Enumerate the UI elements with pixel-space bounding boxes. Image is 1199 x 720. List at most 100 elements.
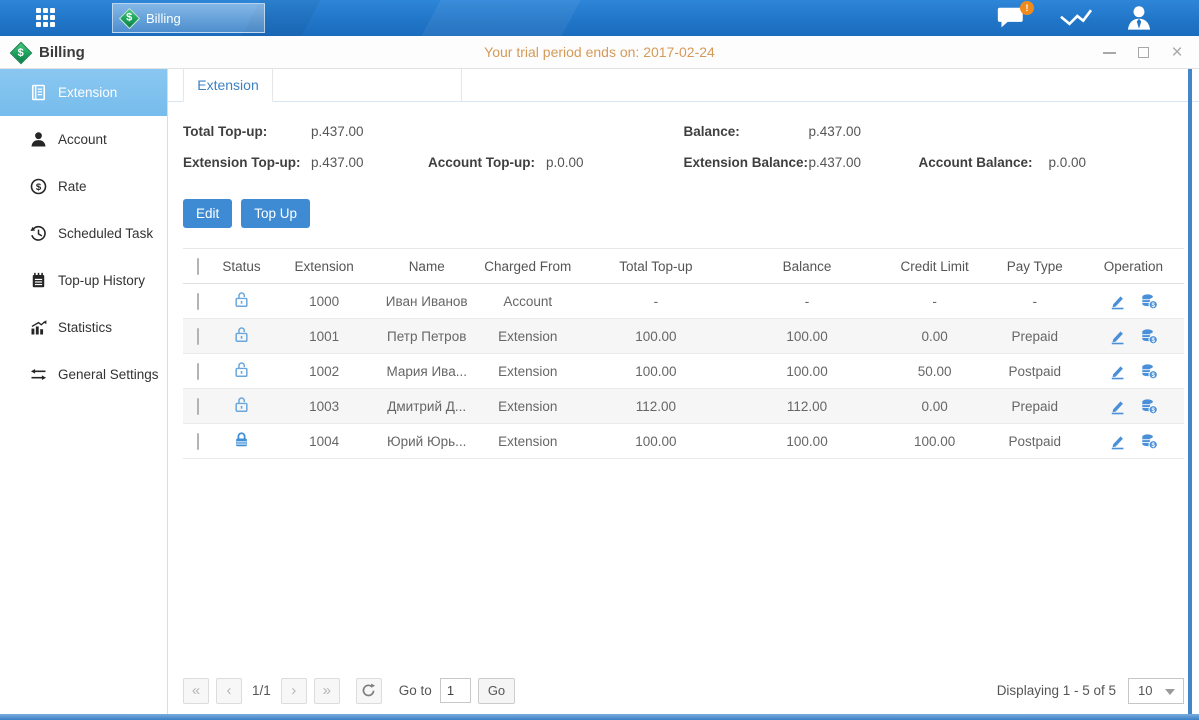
person-icon xyxy=(30,131,47,148)
cell-balance: 112.00 xyxy=(731,389,882,424)
cell-pay-type: Prepaid xyxy=(987,389,1083,424)
tab-empty-slot xyxy=(273,69,462,101)
ledger-icon xyxy=(30,84,47,101)
row-checkbox[interactable] xyxy=(197,328,199,345)
svg-text:$: $ xyxy=(1151,441,1155,448)
app-grid-icon[interactable] xyxy=(36,8,56,28)
go-button[interactable]: Go xyxy=(478,678,515,704)
sidebar-item-extension[interactable]: Extension xyxy=(0,69,167,116)
main-content: Extension Total Top-up: p.437.00 Extensi… xyxy=(168,69,1199,714)
top-up-coins-icon[interactable]: $ xyxy=(1141,328,1158,345)
balance-label: Balance: xyxy=(684,124,809,139)
extension-table-body: 1000 Иван Иванов Account - - - - xyxy=(183,284,1184,459)
sidebar-item-label: Account xyxy=(58,132,107,147)
prev-page-button[interactable]: ‹ xyxy=(216,678,242,704)
tabstrip: Extension xyxy=(168,69,1199,102)
svg-text:$: $ xyxy=(1151,406,1155,413)
top-up-coins-icon[interactable]: $ xyxy=(1141,363,1158,380)
first-page-button[interactable]: « xyxy=(183,678,209,704)
cell-charged-from: Account xyxy=(475,284,580,319)
account-balance-label: Account Balance: xyxy=(919,155,1049,170)
window-frame-bottom xyxy=(0,714,1199,720)
edit-pencil-icon[interactable] xyxy=(1109,433,1126,450)
account-balance-value: p.0.00 xyxy=(1049,155,1087,170)
tab-extension[interactable]: Extension xyxy=(183,69,273,102)
edit-pencil-icon[interactable] xyxy=(1109,293,1126,310)
minimize-icon[interactable] xyxy=(1101,45,1117,61)
cell-name: Дмитрий Д... xyxy=(378,389,475,424)
select-all-checkbox[interactable] xyxy=(197,258,199,275)
table-row: 1003 Дмитрий Д... Extension 112.00 112.0… xyxy=(183,389,1184,424)
lock-closed-icon xyxy=(233,431,250,448)
cell-balance: 100.00 xyxy=(731,354,882,389)
cell-charged-from: Extension xyxy=(475,389,580,424)
statistics-chart-icon[interactable] xyxy=(1059,6,1093,30)
goto-page-input[interactable] xyxy=(440,678,471,703)
sidebar-item-rate[interactable]: $ Rate xyxy=(0,163,167,210)
svg-text:$: $ xyxy=(1151,336,1155,343)
top-up-coins-icon[interactable]: $ xyxy=(1141,433,1158,450)
cell-total-topup: 100.00 xyxy=(580,424,731,459)
column-header-pay-type: Pay Type xyxy=(987,249,1083,284)
refresh-button[interactable] xyxy=(356,678,382,704)
cell-name: Иван Иванов xyxy=(378,284,475,319)
row-checkbox[interactable] xyxy=(197,433,199,450)
pagination-bar: « ‹ 1/1 › » Go to Go Displaying 1 - 5 of… xyxy=(183,677,1184,704)
sidebar-item-scheduled-task[interactable]: Scheduled Task xyxy=(0,210,167,257)
column-header-name: Name xyxy=(378,249,475,284)
user-account-icon[interactable] xyxy=(1125,5,1153,31)
row-checkbox[interactable] xyxy=(197,363,199,380)
balance-value: p.437.00 xyxy=(809,124,862,139)
sidebar-item-account[interactable]: Account xyxy=(0,116,167,163)
edit-pencil-icon[interactable] xyxy=(1109,363,1126,380)
column-header-total-topup: Total Top-up xyxy=(580,249,731,284)
maximize-icon[interactable] xyxy=(1135,45,1151,61)
top-up-coins-icon[interactable]: $ xyxy=(1141,398,1158,415)
extension-balance-label: Extension Balance: xyxy=(684,155,809,170)
sidebar-item-label: Top-up History xyxy=(58,273,145,288)
last-page-button[interactable]: » xyxy=(314,678,340,704)
extension-topup-label: Extension Top-up: xyxy=(183,155,311,170)
row-checkbox[interactable] xyxy=(197,398,199,415)
edit-pencil-icon[interactable] xyxy=(1109,398,1126,415)
cell-credit-limit: - xyxy=(883,284,987,319)
cell-credit-limit: 50.00 xyxy=(883,354,987,389)
table-row: 1000 Иван Иванов Account - - - - xyxy=(183,284,1184,319)
edit-button[interactable]: Edit xyxy=(183,199,232,228)
page-size-select[interactable]: 10 xyxy=(1128,678,1184,704)
row-checkbox[interactable] xyxy=(197,293,199,310)
table-header-row: Status Extension Name Charged From Total… xyxy=(183,249,1184,284)
top-up-coins-icon[interactable]: $ xyxy=(1141,293,1158,310)
close-icon[interactable]: × xyxy=(1169,45,1185,61)
cell-pay-type: Prepaid xyxy=(987,319,1083,354)
cell-charged-from: Extension xyxy=(475,424,580,459)
chart-bars-icon xyxy=(30,319,47,336)
sidebar-item-topup-history[interactable]: Top-up History xyxy=(0,257,167,304)
taskbar: $ Billing ! xyxy=(0,0,1199,36)
total-topup-value: p.437.00 xyxy=(311,124,364,139)
cell-total-topup: - xyxy=(580,284,731,319)
cell-name: Мария Ива... xyxy=(378,354,475,389)
billing-diamond-icon: $ xyxy=(10,41,33,64)
taskbar-tab-billing[interactable]: $ Billing xyxy=(112,3,265,33)
cell-pay-type: Postpaid xyxy=(987,354,1083,389)
sidebar-item-label: Rate xyxy=(58,179,87,194)
notifications-chat-icon[interactable]: ! xyxy=(997,6,1027,30)
clock-history-icon xyxy=(30,225,47,242)
top-up-button[interactable]: Top Up xyxy=(241,199,310,228)
table-row: 1001 Петр Петров Extension 100.00 100.00… xyxy=(183,319,1184,354)
sidebar-item-general-settings[interactable]: General Settings xyxy=(0,351,167,398)
coin-dollar-icon: $ xyxy=(30,178,47,195)
edit-pencil-icon[interactable] xyxy=(1109,328,1126,345)
next-page-button[interactable]: › xyxy=(281,678,307,704)
cell-charged-from: Extension xyxy=(475,319,580,354)
cell-balance: 100.00 xyxy=(731,424,882,459)
table-row: 1004 Юрий Юрь... Extension 100.00 100.00… xyxy=(183,424,1184,459)
notepad-icon xyxy=(30,272,47,289)
sidebar-item-label: Extension xyxy=(58,85,117,100)
sidebar-item-statistics[interactable]: Statistics xyxy=(0,304,167,351)
cell-credit-limit: 0.00 xyxy=(883,319,987,354)
column-header-extension: Extension xyxy=(270,249,378,284)
lock-open-icon xyxy=(233,291,250,308)
window-frame-right xyxy=(1188,69,1192,714)
